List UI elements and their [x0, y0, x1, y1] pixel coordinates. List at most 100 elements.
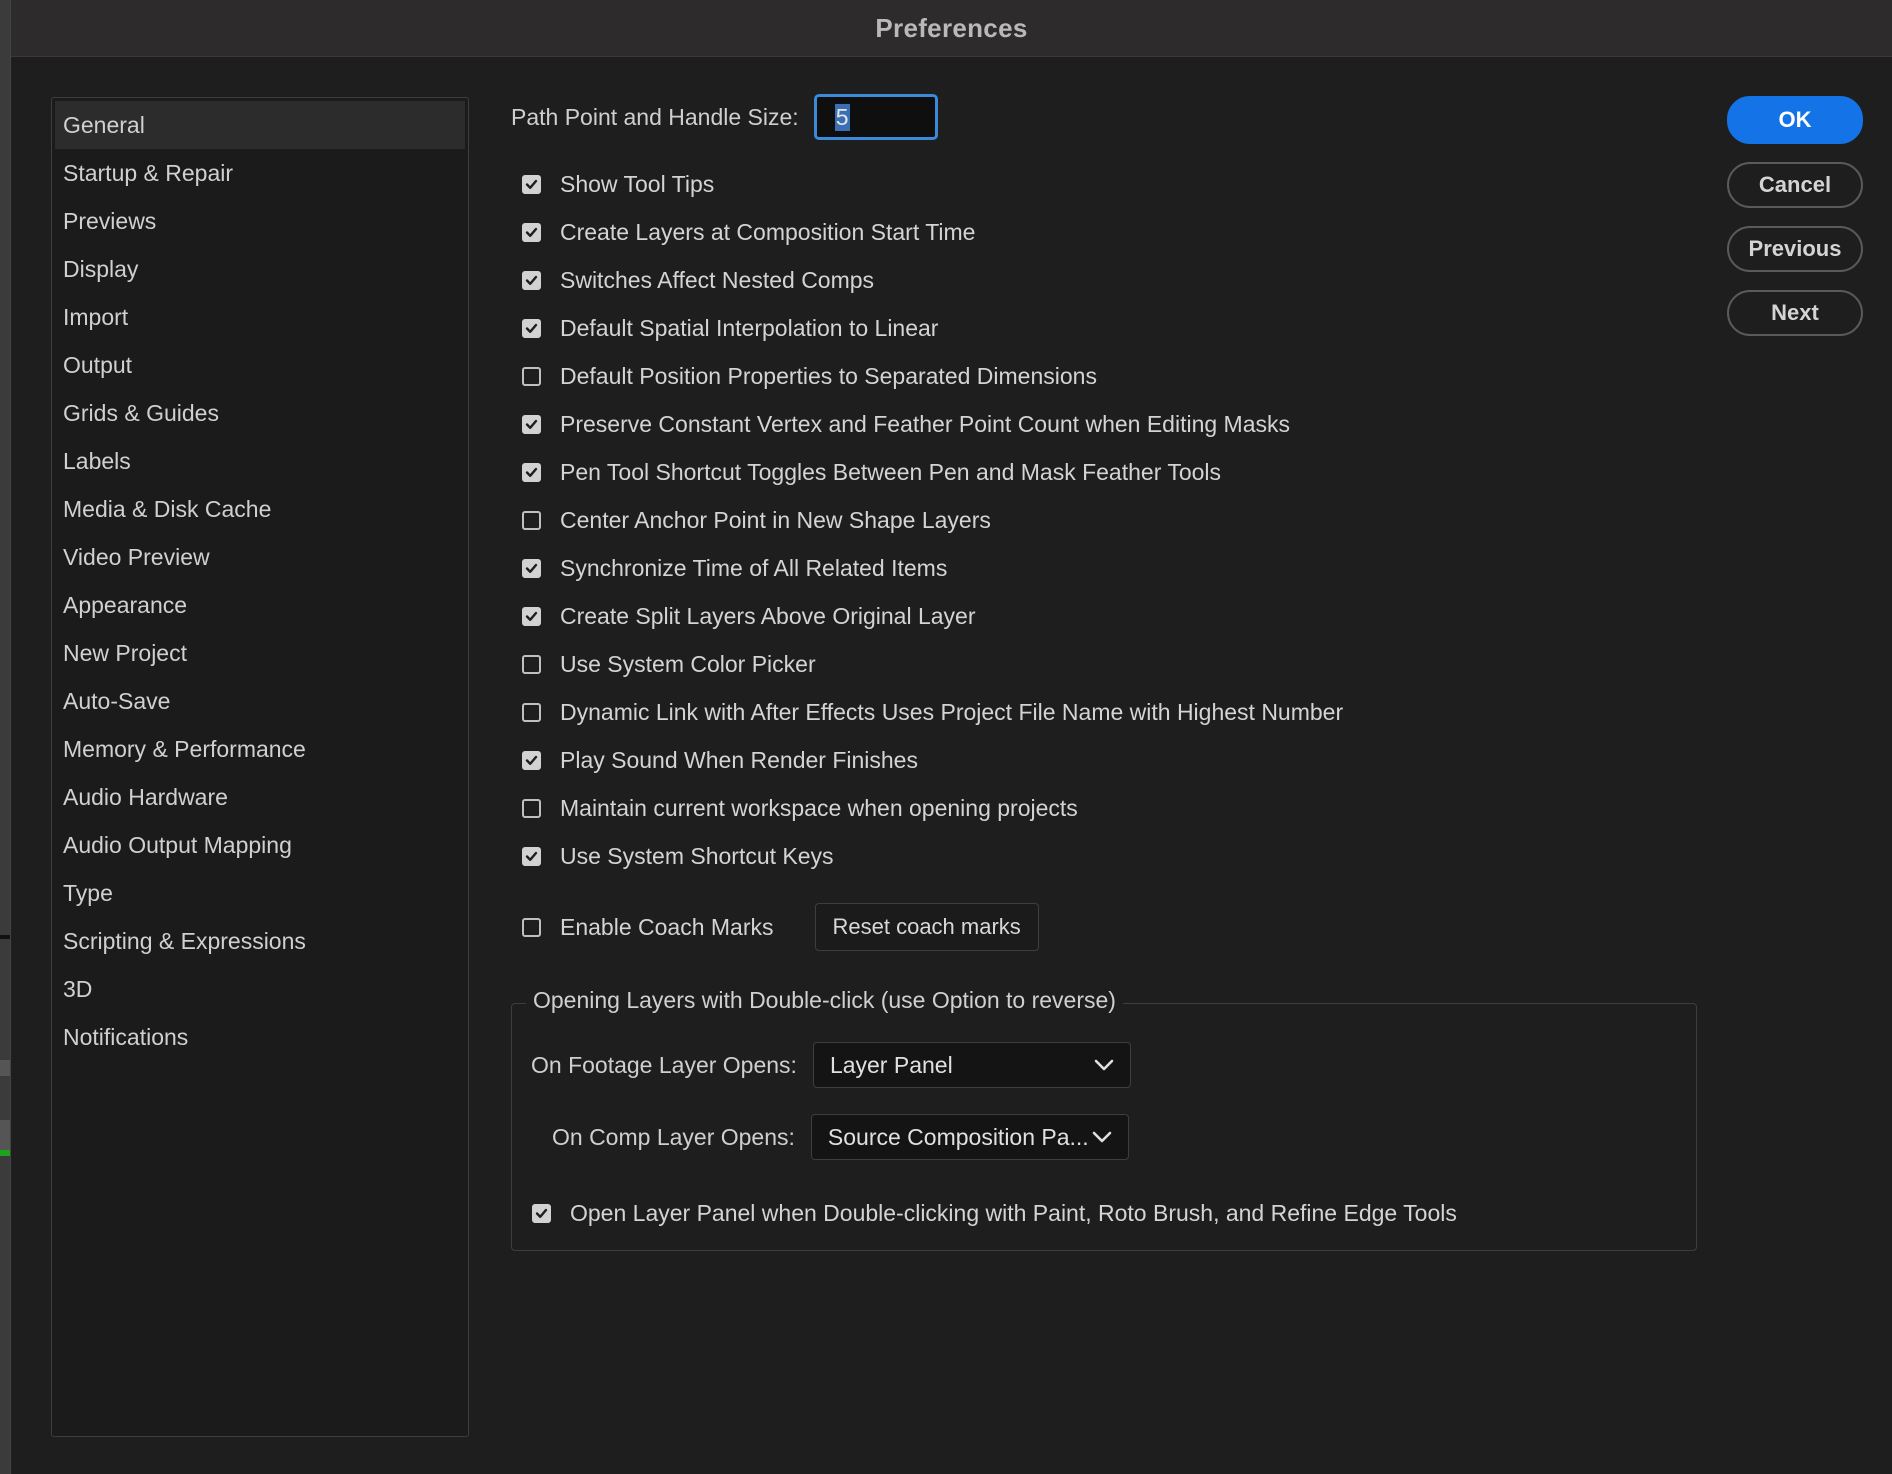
option-checkbox[interactable]: [522, 462, 541, 482]
sidebar-item[interactable]: Startup & Repair: [52, 149, 468, 197]
general-options-list: Show Tool Tips Create Layers at Compositi…: [511, 160, 1711, 880]
option-checkbox[interactable]: [522, 558, 541, 578]
option-checkbox[interactable]: [522, 270, 541, 290]
previous-button[interactable]: Previous: [1727, 226, 1863, 272]
option-row: Use System Color Picker: [511, 640, 1711, 688]
sidebar-item[interactable]: Audio Output Mapping: [52, 821, 468, 869]
sidebar-item[interactable]: Scripting & Expressions: [52, 917, 468, 965]
checkmark-icon: [525, 179, 538, 189]
background-app-edge: [0, 0, 10, 1474]
footage-layer-dropdown[interactable]: Layer Panel: [812, 1042, 1131, 1088]
comp-layer-dropdown[interactable]: Source Composition Pa...: [810, 1114, 1129, 1160]
checkmark-icon: [525, 563, 538, 573]
sidebar-item[interactable]: Grids & Guides: [52, 389, 468, 437]
option-row: Preserve Constant Vertex and Feather Poi…: [511, 400, 1711, 448]
checkmark-icon: [525, 851, 538, 861]
option-label: Center Anchor Point in New Shape Layers: [560, 506, 991, 533]
sidebar-item[interactable]: Output: [52, 341, 468, 389]
checkmark-icon: [535, 1208, 548, 1218]
option-row: Pen Tool Shortcut Toggles Between Pen an…: [511, 448, 1711, 496]
comp-layer-label: On Comp Layer Opens:: [552, 1123, 795, 1150]
option-row: Default Spatial Interpolation to Linear: [511, 304, 1711, 352]
option-checkbox[interactable]: [522, 222, 541, 242]
option-label: Show Tool Tips: [560, 170, 715, 197]
sidebar-item[interactable]: New Project: [52, 629, 468, 677]
option-checkbox[interactable]: [522, 654, 541, 674]
coach-marks-row: Enable Coach Marks Reset coach marks: [511, 903, 1711, 951]
path-point-size-value: 5: [834, 103, 850, 131]
double-click-group: Opening Layers with Double-click (use Op…: [511, 987, 1697, 1251]
sidebar-item[interactable]: Import: [52, 293, 468, 341]
ok-button[interactable]: OK: [1727, 96, 1863, 144]
option-checkbox[interactable]: [522, 174, 541, 194]
sidebar-item[interactable]: 3D: [52, 965, 468, 1013]
enable-coach-marks-label: Enable Coach Marks: [560, 913, 774, 940]
option-row: Use System Shortcut Keys: [511, 832, 1711, 880]
edge-mark: [0, 1060, 10, 1076]
option-row: Switches Affect Nested Comps: [511, 256, 1711, 304]
option-row: Maintain current workspace when opening …: [511, 784, 1711, 832]
dialog-title: Preferences: [875, 12, 1028, 43]
double-click-group-legend: Opening Layers with Double-click (use Op…: [526, 987, 1123, 1014]
option-row: Dynamic Link with After Effects Uses Pro…: [511, 688, 1711, 736]
option-label: Synchronize Time of All Related Items: [560, 554, 948, 581]
checkmark-icon: [525, 323, 538, 333]
path-point-size-input[interactable]: 5: [813, 94, 938, 140]
option-checkbox[interactable]: [522, 414, 541, 434]
chevron-down-icon: [1092, 1131, 1112, 1143]
option-checkbox[interactable]: [522, 318, 541, 338]
footage-layer-value: Layer Panel: [829, 1051, 953, 1078]
option-row: Show Tool Tips: [511, 160, 1711, 208]
option-row: Create Split Layers Above Original Layer: [511, 592, 1711, 640]
sidebar-item[interactable]: Previews: [52, 197, 468, 245]
sidebar-item[interactable]: Type: [52, 869, 468, 917]
sidebar-item[interactable]: General: [55, 101, 465, 149]
dialog-buttons: OK Cancel Previous Next: [1727, 96, 1863, 354]
sidebar-item[interactable]: Memory & Performance: [52, 725, 468, 773]
sidebar-item[interactable]: Media & Disk Cache: [52, 485, 468, 533]
option-checkbox[interactable]: [522, 846, 541, 866]
option-label: Create Layers at Composition Start Time: [560, 218, 976, 245]
footage-layer-label: On Footage Layer Opens:: [531, 1051, 797, 1078]
paint-tools-label: Open Layer Panel when Double-clicking wi…: [570, 1199, 1457, 1226]
option-checkbox[interactable]: [522, 510, 541, 530]
checkmark-icon: [525, 467, 538, 477]
sidebar-item[interactable]: Labels: [52, 437, 468, 485]
option-checkbox[interactable]: [522, 366, 541, 386]
footage-layer-row: On Footage Layer Opens: Layer Panel: [531, 1042, 1131, 1088]
sidebar-item[interactable]: Notifications: [52, 1013, 468, 1061]
option-checkbox[interactable]: [522, 798, 541, 818]
sidebar-item[interactable]: Appearance: [52, 581, 468, 629]
option-row: Play Sound When Render Finishes: [511, 736, 1711, 784]
option-label: Create Split Layers Above Original Layer: [560, 602, 976, 629]
comp-layer-value: Source Composition Pa...: [827, 1123, 1089, 1150]
path-point-size-label: Path Point and Handle Size:: [511, 103, 799, 130]
option-label: Preserve Constant Vertex and Feather Poi…: [560, 410, 1291, 437]
checkmark-icon: [525, 275, 538, 285]
reset-coach-marks-button[interactable]: Reset coach marks: [814, 903, 1039, 951]
option-row: Synchronize Time of All Related Items: [511, 544, 1711, 592]
sidebar-item[interactable]: Audio Hardware: [52, 773, 468, 821]
paint-tools-option-row: Open Layer Panel when Double-clicking wi…: [521, 1189, 1457, 1237]
option-label: Dynamic Link with After Effects Uses Pro…: [560, 698, 1344, 725]
edge-mark-green: [0, 1150, 10, 1156]
next-button[interactable]: Next: [1727, 290, 1863, 336]
option-row: Default Position Properties to Separated…: [511, 352, 1711, 400]
option-checkbox[interactable]: [522, 702, 541, 722]
edge-mark: [0, 1120, 10, 1150]
option-label: Use System Color Picker: [560, 650, 816, 677]
comp-layer-row: On Comp Layer Opens: Source Composition …: [552, 1114, 1129, 1160]
cancel-button[interactable]: Cancel: [1727, 162, 1863, 208]
option-row: Create Layers at Composition Start Time: [511, 208, 1711, 256]
option-checkbox[interactable]: [522, 606, 541, 626]
enable-coach-marks-checkbox[interactable]: [522, 917, 541, 937]
sidebar-item[interactable]: Auto-Save: [52, 677, 468, 725]
checkmark-icon: [525, 611, 538, 621]
option-label: Default Spatial Interpolation to Linear: [560, 314, 939, 341]
paint-tools-checkbox[interactable]: [532, 1203, 551, 1223]
edge-mark: [0, 935, 10, 939]
option-checkbox[interactable]: [522, 750, 541, 770]
sidebar-item[interactable]: Video Preview: [52, 533, 468, 581]
title-bar[interactable]: Preferences: [11, 0, 1892, 57]
sidebar-item[interactable]: Display: [52, 245, 468, 293]
